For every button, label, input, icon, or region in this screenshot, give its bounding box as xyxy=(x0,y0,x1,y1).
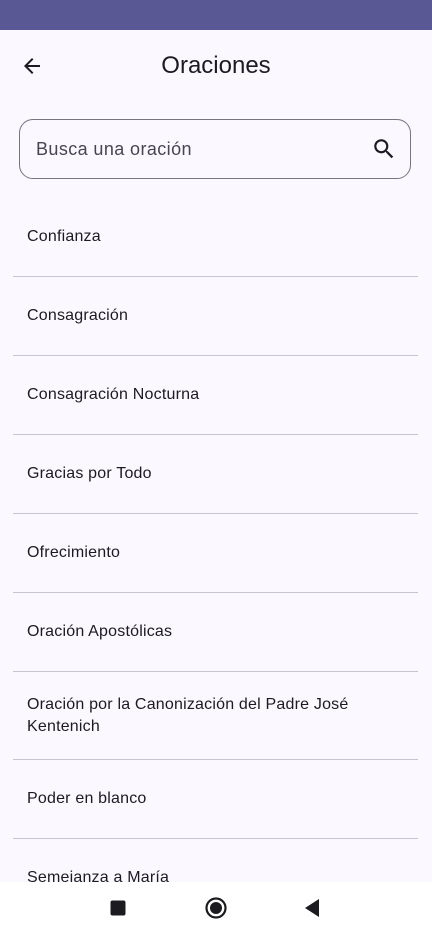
list-item[interactable]: Gracias por Todo xyxy=(13,435,418,514)
list-item[interactable]: Oración por la Canonización del Padre Jo… xyxy=(13,672,418,760)
list-item-label: Oración Apostólicas xyxy=(27,623,173,640)
page-title: Oraciones xyxy=(161,52,271,79)
list-item[interactable]: Confianza xyxy=(13,198,418,277)
recents-button[interactable] xyxy=(104,894,132,922)
search-icon xyxy=(374,139,394,159)
search-input[interactable] xyxy=(36,120,356,178)
square-icon xyxy=(110,900,126,916)
status-bar xyxy=(0,0,432,30)
list-item[interactable]: Semejanza a María xyxy=(13,839,418,882)
list-item-label: Consagración Nocturna xyxy=(27,386,200,403)
triangle-back-icon xyxy=(305,899,319,917)
list-item-label: Ofrecimiento xyxy=(27,544,121,561)
list-item[interactable]: Oración Apostólicas xyxy=(13,593,418,672)
list-item-label: Consagración xyxy=(27,307,129,324)
list-item[interactable]: Consagración Nocturna xyxy=(13,356,418,435)
prayer-list: Confianza Consagración Consagración Noct… xyxy=(13,198,418,882)
list-item-label: Semejanza a María xyxy=(27,869,170,882)
list-item-label: Oración por la Canonización del Padre Jo… xyxy=(27,695,349,735)
list-item-label: Gracias por Todo xyxy=(27,465,152,482)
list-item-label: Confianza xyxy=(27,228,101,245)
list-item[interactable]: Poder en blanco xyxy=(13,760,418,839)
list-item-label: Poder en blanco xyxy=(27,790,147,807)
system-back-button[interactable] xyxy=(298,894,326,922)
list-item[interactable]: Ofrecimiento xyxy=(13,514,418,593)
search-field[interactable] xyxy=(19,119,411,179)
search-button[interactable] xyxy=(370,135,398,163)
circle-home-icon xyxy=(205,897,227,919)
app-bar: Oraciones xyxy=(0,30,432,102)
list-item[interactable]: Consagración xyxy=(13,277,418,356)
system-navigation-bar xyxy=(0,882,432,935)
home-button[interactable] xyxy=(202,894,230,922)
